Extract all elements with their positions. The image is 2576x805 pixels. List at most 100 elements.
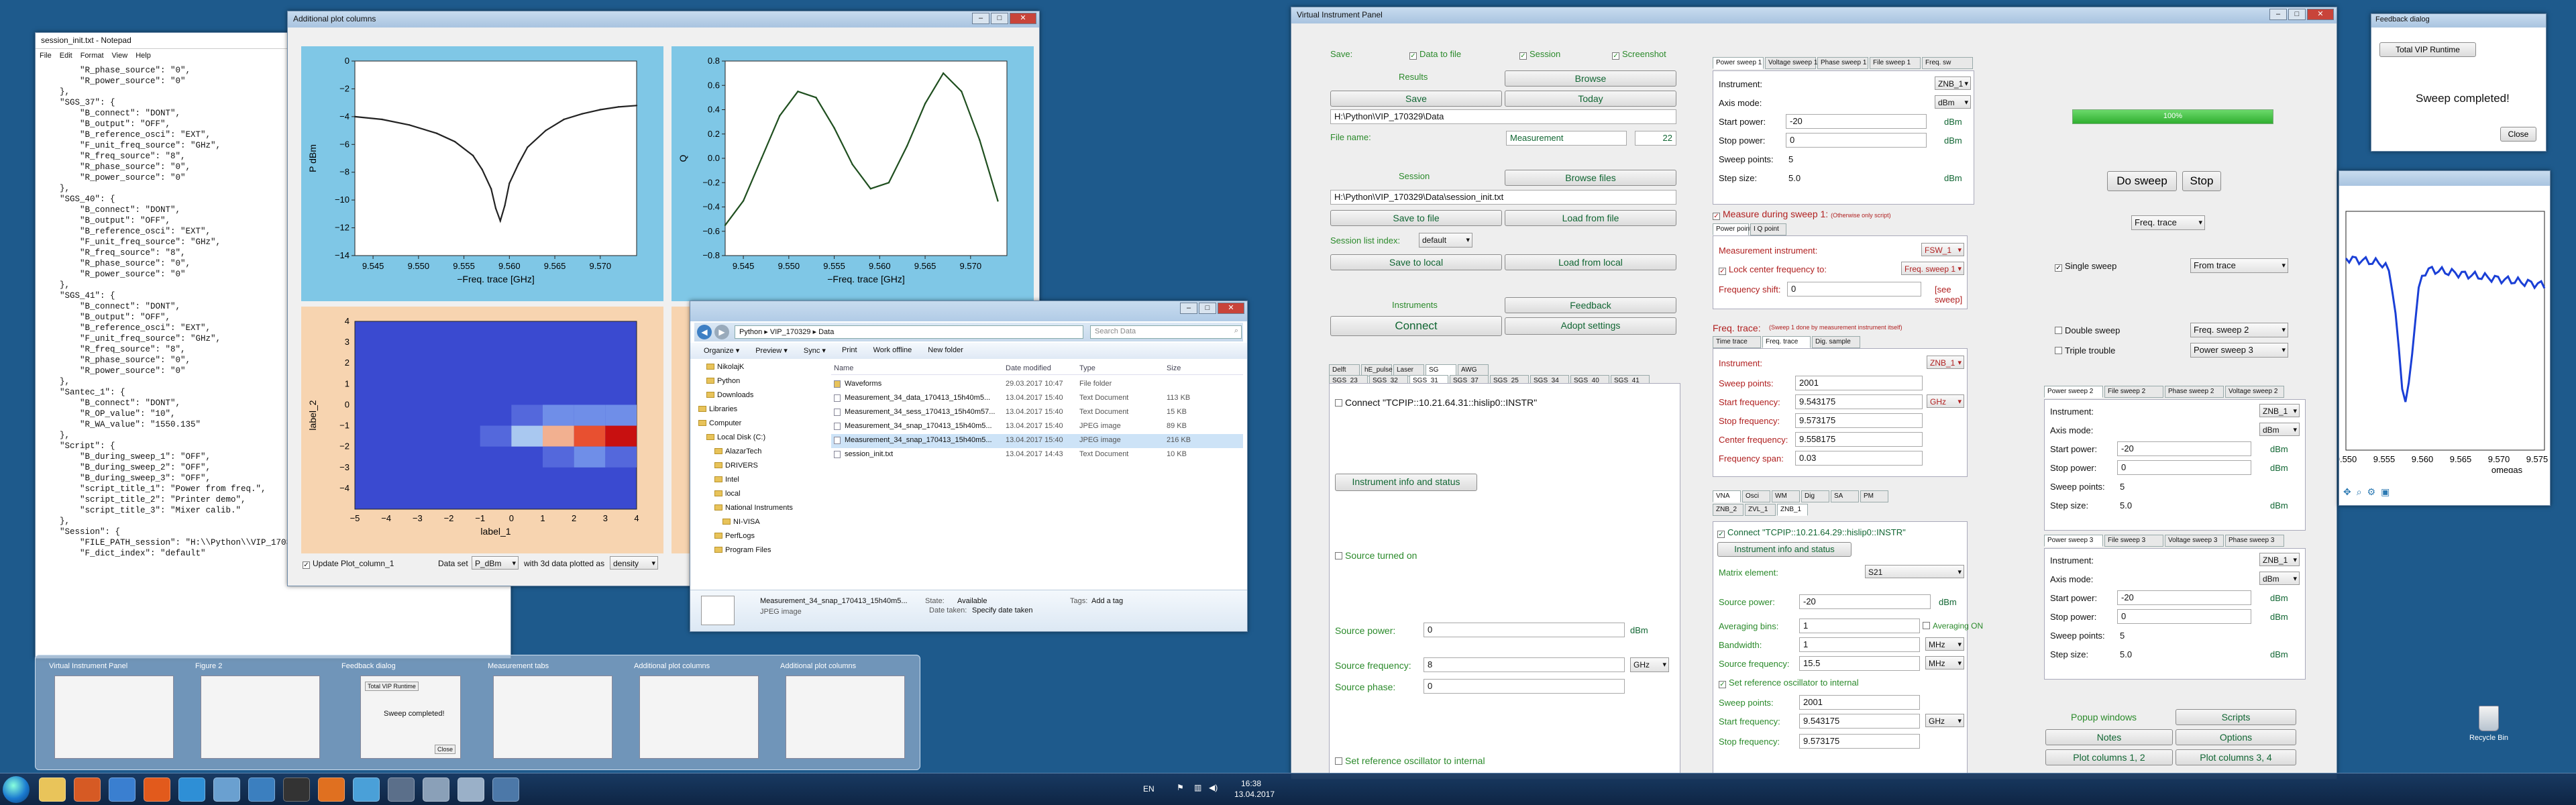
from-trace-select[interactable]: From trace <box>2190 258 2288 273</box>
taskbar-app-icon[interactable] <box>178 777 205 802</box>
tab-pm[interactable]: PM <box>1860 490 1888 502</box>
double-sweep-checkbox[interactable]: Double sweep <box>2055 325 2120 335</box>
menu-help[interactable]: Help <box>136 52 151 60</box>
file-row[interactable]: Measurement_34_snap_170413_15h40m5... 13.… <box>831 434 1243 448</box>
tree-item[interactable]: Computer <box>693 419 814 433</box>
ps2-step-value[interactable]: 5.0 <box>2120 500 2132 511</box>
pan-icon[interactable]: ✥ <box>2343 486 2351 498</box>
date-value[interactable]: Specify date taken <box>972 606 1033 614</box>
print-button[interactable]: Print <box>842 346 857 356</box>
vna-stop-input[interactable]: 9.573175 <box>1799 734 1920 749</box>
column-header[interactable]: Name <box>834 364 853 372</box>
bw-unit-select[interactable]: MHz <box>1925 637 1964 651</box>
minst-select[interactable]: FSW_1 <box>1921 243 1964 256</box>
organize-button[interactable]: Organize ▾ <box>704 346 739 356</box>
ps1-step-value[interactable]: 5.0 <box>1788 173 1801 183</box>
save-to-local-button[interactable]: Save to local <box>1330 254 1502 270</box>
shift-input[interactable]: 0 <box>1787 282 1921 297</box>
taskbar-thumbnail[interactable]: Measurement tabs <box>484 661 622 765</box>
load-from-local-button[interactable]: Load from local <box>1505 254 1676 270</box>
feedback-close-button[interactable]: Close <box>2500 127 2536 142</box>
sg-info-button[interactable]: Instrument info and status <box>1335 474 1477 491</box>
vna-freq-unit-select[interactable]: MHz <box>1925 656 1964 669</box>
bw-input[interactable]: 1 <box>1799 637 1920 652</box>
vip-window[interactable]: Virtual Instrument Panel – □ ✕ Save: ✓ Da… <box>1291 7 2337 780</box>
tab-zvl-1[interactable]: ZVL_1 <box>1745 504 1776 516</box>
tree-item[interactable]: NikolajK <box>693 363 814 377</box>
breadcrumb-python[interactable]: Python <box>739 328 762 336</box>
avg-input[interactable]: 1 <box>1799 619 1920 633</box>
total-runtime-button[interactable]: Total VIP Runtime <box>2379 42 2476 57</box>
close-button[interactable]: ✕ <box>2307 9 2334 20</box>
tab-voltage-sweep-1[interactable]: Voltage sweep 1 <box>1765 57 1817 69</box>
notes-button[interactable]: Notes <box>2045 729 2173 745</box>
tree-item[interactable]: local <box>693 490 814 504</box>
taskbar-thumbnail[interactable]: Feedback dialog Total VIP Runtime Sweep co… <box>337 661 476 765</box>
tree-item[interactable]: Downloads <box>693 391 814 405</box>
search-input[interactable]: Search Data ⌕ <box>1090 325 1242 339</box>
ft-span-input[interactable]: 0.03 <box>1795 451 1923 466</box>
tags-value[interactable]: Add a tag <box>1091 597 1123 605</box>
tab-freq-trace[interactable]: Freq. trace <box>1762 336 1811 348</box>
ref-osc-checkbox[interactable]: Set reference oscillator to internal <box>1335 755 1485 766</box>
taskbar-app-icon[interactable] <box>39 777 66 802</box>
tree-item[interactable]: PerfLogs <box>693 532 814 546</box>
maximize-button[interactable]: □ <box>1199 303 1216 314</box>
taskbar-app-icon[interactable] <box>74 777 101 802</box>
update-plot-checkbox[interactable]: ✓ Update Plot_column_1 <box>303 559 394 569</box>
today-button[interactable]: Today <box>1505 91 1676 107</box>
feedback-titlebar[interactable]: Feedback dialog <box>2371 14 2546 28</box>
freq-trace-select[interactable]: Freq. trace <box>2131 215 2205 230</box>
maximize-button[interactable]: □ <box>2288 9 2306 20</box>
ps2-stop-input[interactable]: 0 <box>2117 460 2251 475</box>
lock-center-checkbox[interactable]: ✓ Lock center frequency to: <box>1719 264 1827 275</box>
taskbar-thumbnail[interactable]: Figure 2 <box>191 661 329 765</box>
stop-button[interactable]: Stop <box>2182 171 2221 191</box>
sg-connect-checkbox[interactable]: Connect "TCPIP::10.21.64.31::hislip0::IN… <box>1335 397 1537 408</box>
session-path-input[interactable]: H:\Python\VIP_170329\Data\session_init.t… <box>1330 190 1676 205</box>
lock-select[interactable]: Freq. sweep 1 <box>1901 262 1964 275</box>
tab-vna[interactable]: VNA <box>1713 490 1741 502</box>
file-row[interactable]: Measurement_34_data_170413_15h40m5... 13.… <box>831 392 1243 406</box>
tab-dig-sample[interactable]: Dig. sample <box>1812 336 1860 348</box>
file-row[interactable]: Waveforms 29.03.2017 10:47 File folder <box>831 378 1243 392</box>
session-checkbox[interactable]: ✓ Session <box>1519 49 1560 60</box>
work-offline-button[interactable]: Work offline <box>873 346 912 356</box>
load-from-file-button[interactable]: Load from file <box>1505 210 1676 226</box>
tab-sa[interactable]: SA <box>1831 490 1859 502</box>
ft-stop-input[interactable]: 9.573175 <box>1795 413 1923 428</box>
volume-icon[interactable]: ◀) <box>1209 783 1218 792</box>
power-sweep3-select[interactable]: Power sweep 3 <box>2190 343 2288 358</box>
taskbar-app-icon[interactable] <box>458 777 484 802</box>
results-path-input[interactable]: H:\Python\VIP_170329\Data <box>1330 109 1676 124</box>
menu-edit[interactable]: Edit <box>60 52 72 60</box>
ps3-axis-select[interactable]: dBm <box>2259 572 2300 585</box>
tab-osci[interactable]: Osci <box>1742 490 1770 502</box>
triple-trouble-checkbox[interactable]: Triple trouble <box>2055 345 2115 356</box>
tab-file-sweep-3[interactable]: File sweep 3 <box>2104 535 2163 547</box>
network-icon[interactable]: ▥ <box>1194 783 1201 792</box>
vna-power-input[interactable]: -20 <box>1799 594 1931 609</box>
browse-files-button[interactable]: Browse files <box>1505 170 1676 186</box>
new-folder-button[interactable]: New folder <box>928 346 963 356</box>
ps2-points-value[interactable]: 5 <box>2120 482 2125 492</box>
ps1-start-input[interactable]: -20 <box>1786 114 1927 129</box>
vip-titlebar[interactable]: Virtual Instrument Panel <box>1291 7 2337 23</box>
file-row[interactable]: Measurement_34_snap_170413_15h40m5... 13.… <box>831 420 1243 434</box>
tab-phase-sweep-2[interactable]: Phase sweep 2 <box>2165 386 2224 398</box>
flag-icon[interactable]: ⚑ <box>1177 783 1184 792</box>
file-name-input[interactable]: Measurement <box>1506 131 1627 146</box>
ft-unit-select[interactable]: GHz <box>1927 394 1964 408</box>
tab-wm[interactable]: WM <box>1772 490 1800 502</box>
close-button[interactable]: ✕ <box>1010 13 1036 24</box>
file-row[interactable]: session_init.txt 13.04.2017 14:43 Text Doc… <box>831 448 1243 462</box>
do-sweep-button[interactable]: Do sweep <box>2107 171 2177 191</box>
taskbar-thumbnail[interactable]: Virtual Instrument Panel <box>45 661 183 765</box>
tree-item[interactable]: Local Disk (C:) <box>693 433 814 447</box>
maximize-button[interactable]: □ <box>991 13 1008 24</box>
dataset-select[interactable]: P_dBm <box>472 556 519 570</box>
freq-sweep2-select[interactable]: Freq. sweep 2 <box>2190 323 2288 337</box>
tab-i-q-point[interactable]: I Q point <box>1750 223 1786 235</box>
ps1-axis-select[interactable]: dBm <box>1935 95 1971 109</box>
close-button[interactable]: ✕ <box>1218 303 1244 314</box>
